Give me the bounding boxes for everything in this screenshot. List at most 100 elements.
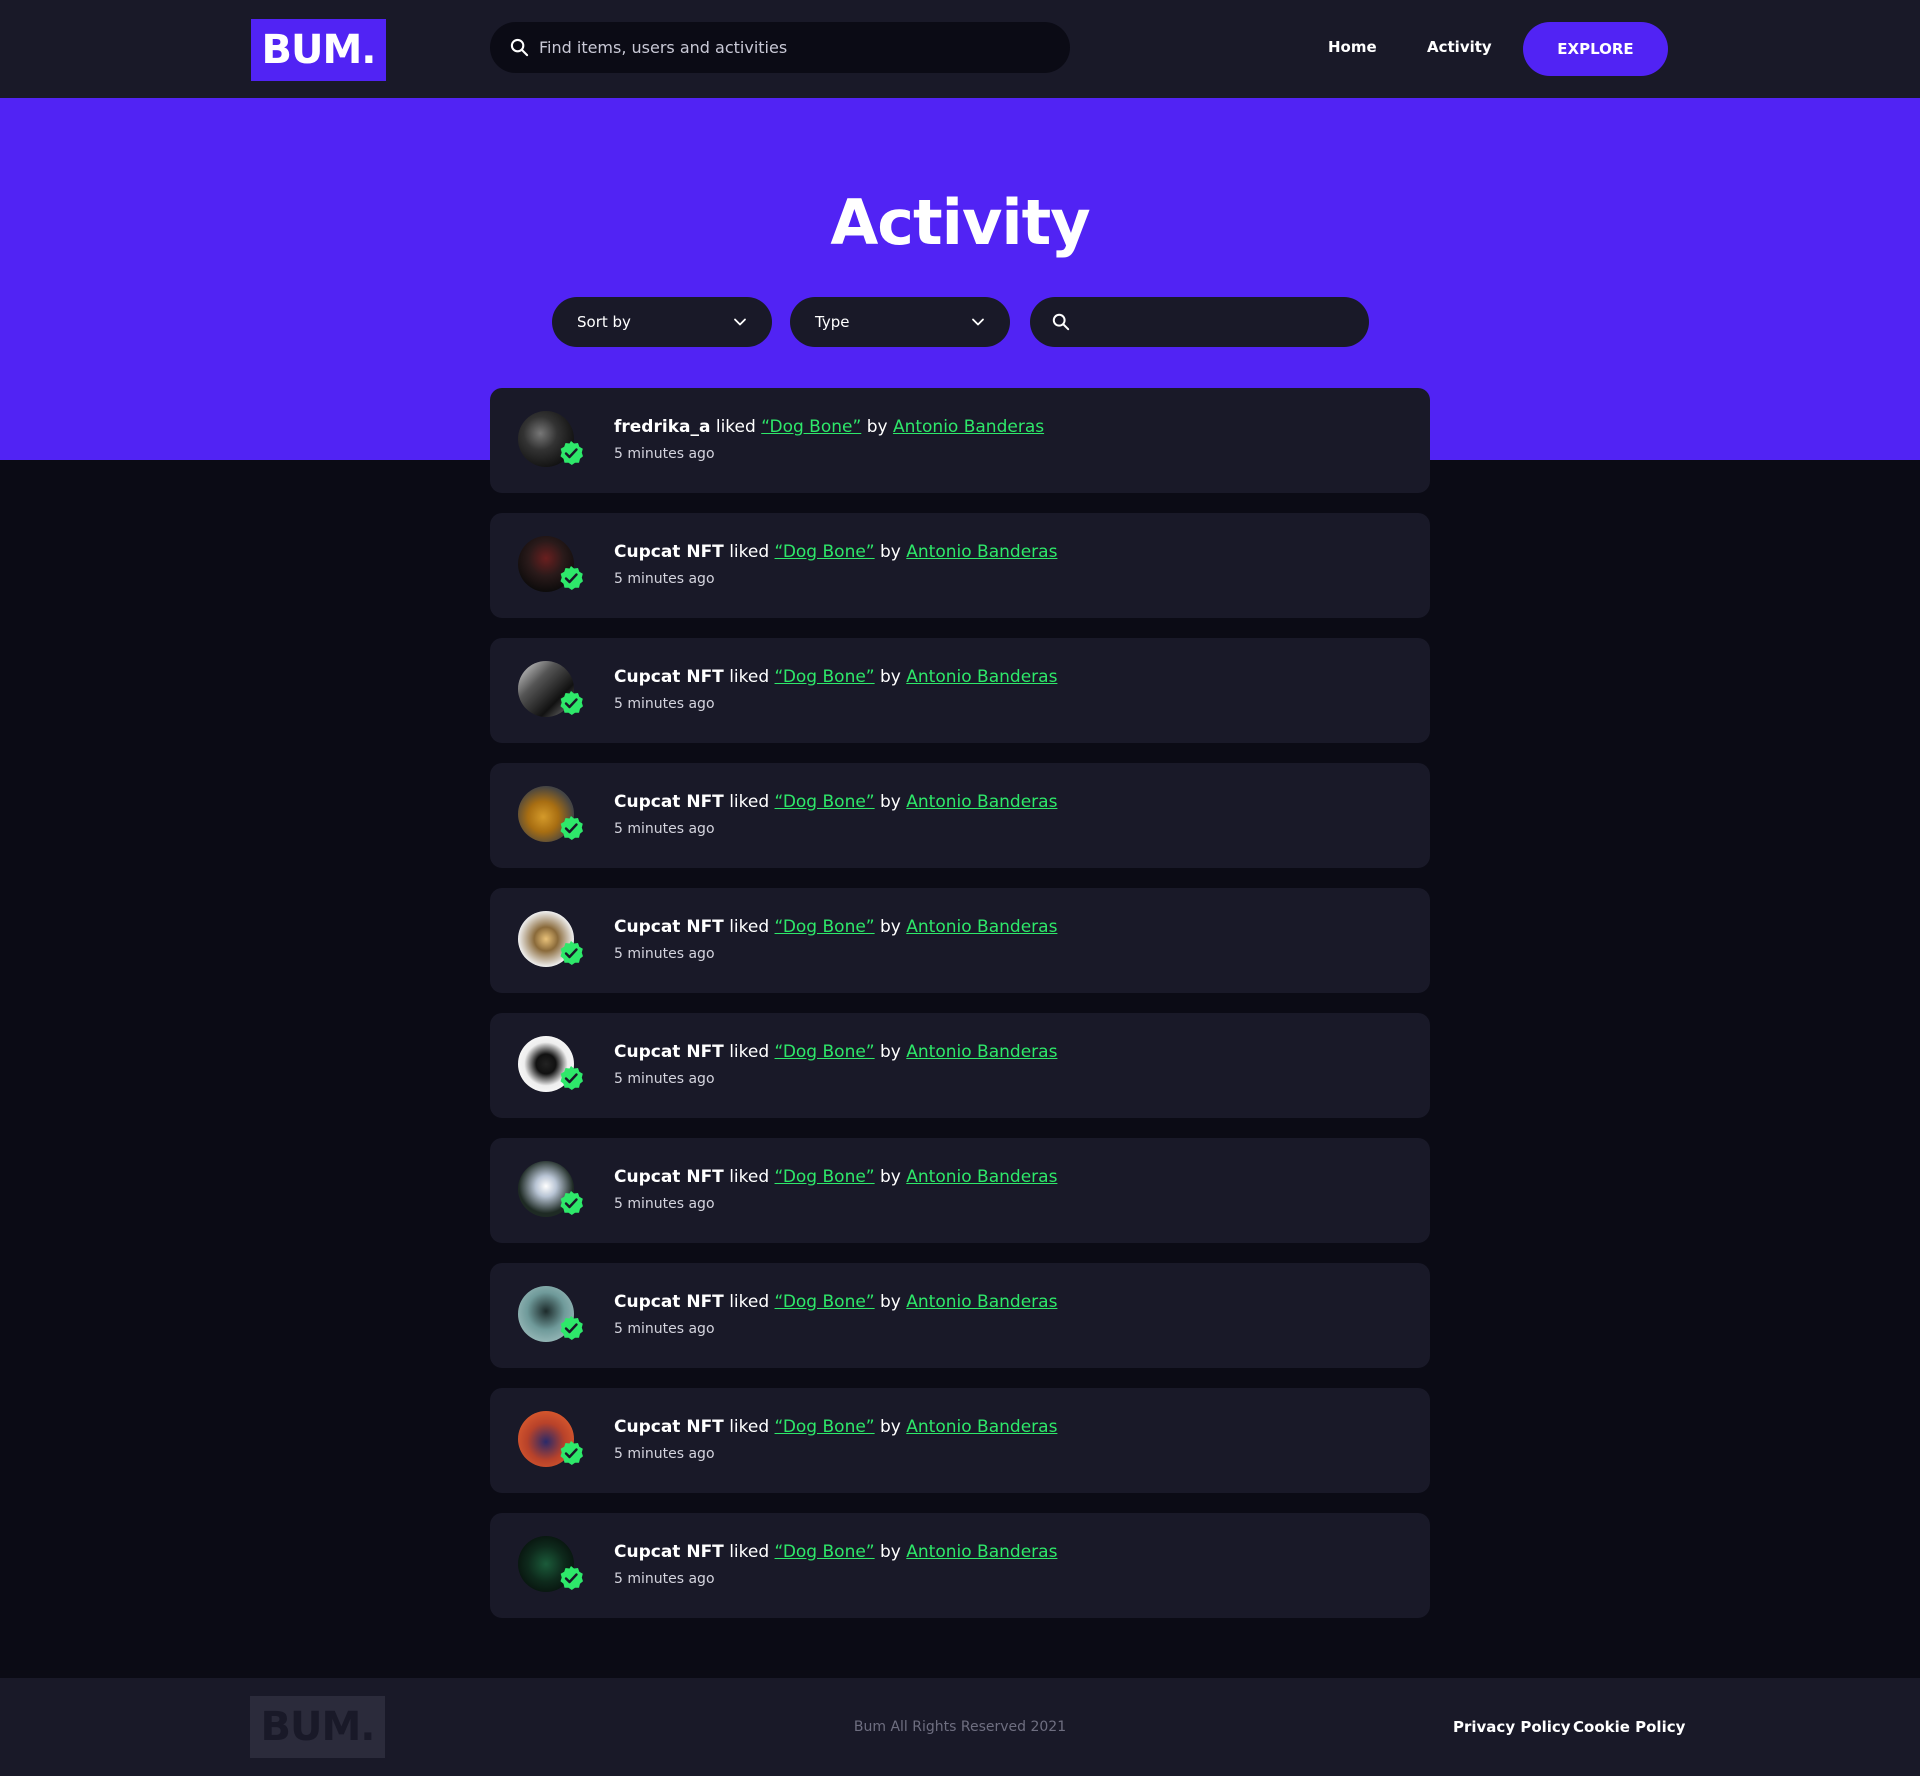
verified-badge-icon xyxy=(560,1441,583,1465)
activity-search[interactable] xyxy=(1030,297,1369,347)
footer: BUM. Bum All Rights Reserved 2021 Privac… xyxy=(0,1678,1920,1776)
activity-artist-link[interactable]: Antonio Banderas xyxy=(906,542,1057,562)
verified-badge-icon xyxy=(560,566,583,590)
activity-time: 5 minutes ago xyxy=(614,571,715,587)
sort-by-dropdown[interactable]: Sort by xyxy=(552,297,772,347)
activity-item-link[interactable]: “Dog Bone” xyxy=(761,417,861,437)
activity-artist-link[interactable]: Antonio Banderas xyxy=(893,417,1044,437)
activity-item-link[interactable]: “Dog Bone” xyxy=(775,1542,875,1562)
activity-text: Cupcat NFT liked “Dog Bone” by Antonio B… xyxy=(614,1167,1057,1187)
activity-by: by xyxy=(880,542,901,562)
chevron-down-icon xyxy=(972,318,984,326)
activity-by: by xyxy=(880,1167,901,1187)
activity-by: by xyxy=(880,792,901,812)
activity-item-link[interactable]: “Dog Bone” xyxy=(775,542,875,562)
activity-card[interactable]: Cupcat NFT liked “Dog Bone” by Antonio B… xyxy=(490,888,1430,993)
activity-username[interactable]: Cupcat NFT xyxy=(614,792,724,812)
activity-username[interactable]: fredrika_a xyxy=(614,417,710,437)
verified-badge-icon xyxy=(560,1191,583,1215)
activity-card[interactable]: Cupcat NFT liked “Dog Bone” by Antonio B… xyxy=(490,1263,1430,1368)
activity-item-link[interactable]: “Dog Bone” xyxy=(775,917,875,937)
activity-card[interactable]: fredrika_a liked “Dog Bone” by Antonio B… xyxy=(490,388,1430,493)
activity-card[interactable]: Cupcat NFT liked “Dog Bone” by Antonio B… xyxy=(490,763,1430,868)
activity-text: Cupcat NFT liked “Dog Bone” by Antonio B… xyxy=(614,1042,1057,1062)
activity-by: by xyxy=(880,1542,901,1562)
activity-item-link[interactable]: “Dog Bone” xyxy=(775,792,875,812)
activity-card[interactable]: Cupcat NFT liked “Dog Bone” by Antonio B… xyxy=(490,1513,1430,1618)
verified-badge-icon xyxy=(560,1566,583,1590)
activity-by: by xyxy=(880,1292,901,1312)
chevron-down-icon xyxy=(734,318,746,326)
activity-time: 5 minutes ago xyxy=(614,821,715,837)
activity-time: 5 minutes ago xyxy=(614,1196,715,1212)
activity-time: 5 minutes ago xyxy=(614,1321,715,1337)
activity-artist-link[interactable]: Antonio Banderas xyxy=(906,1042,1057,1062)
activity-artist-link[interactable]: Antonio Banderas xyxy=(906,1167,1057,1187)
activity-verb: liked xyxy=(729,1292,770,1312)
activity-text: Cupcat NFT liked “Dog Bone” by Antonio B… xyxy=(614,792,1057,812)
activity-artist-link[interactable]: Antonio Banderas xyxy=(906,1542,1057,1562)
privacy-policy-link[interactable]: Privacy Policy xyxy=(1453,1718,1571,1736)
global-search-input[interactable] xyxy=(539,38,1039,57)
verified-badge-icon xyxy=(560,1316,583,1340)
sort-by-label: Sort by xyxy=(577,313,631,331)
verified-badge-icon xyxy=(560,441,583,465)
cookie-policy-link[interactable]: Cookie Policy xyxy=(1573,1718,1685,1736)
activity-item-link[interactable]: “Dog Bone” xyxy=(775,1042,875,1062)
global-search[interactable] xyxy=(490,22,1070,73)
activity-by: by xyxy=(880,1042,901,1062)
activity-text: Cupcat NFT liked “Dog Bone” by Antonio B… xyxy=(614,1417,1057,1437)
activity-card[interactable]: Cupcat NFT liked “Dog Bone” by Antonio B… xyxy=(490,1388,1430,1493)
verified-badge-icon xyxy=(560,691,583,715)
activity-text: fredrika_a liked “Dog Bone” by Antonio B… xyxy=(614,417,1044,437)
activity-text: Cupcat NFT liked “Dog Bone” by Antonio B… xyxy=(614,667,1057,687)
search-icon xyxy=(1052,313,1070,331)
activity-item-link[interactable]: “Dog Bone” xyxy=(775,1167,875,1187)
activity-text: Cupcat NFT liked “Dog Bone” by Antonio B… xyxy=(614,917,1057,937)
activity-by: by xyxy=(880,917,901,937)
activity-artist-link[interactable]: Antonio Banderas xyxy=(906,1417,1057,1437)
activity-card[interactable]: Cupcat NFT liked “Dog Bone” by Antonio B… xyxy=(490,1013,1430,1118)
activity-verb: liked xyxy=(729,1167,770,1187)
activity-verb: liked xyxy=(729,792,770,812)
activity-by: by xyxy=(880,667,901,687)
search-icon xyxy=(510,38,529,57)
activity-verb: liked xyxy=(729,1542,770,1562)
activity-username[interactable]: Cupcat NFT xyxy=(614,917,724,937)
activity-username[interactable]: Cupcat NFT xyxy=(614,1167,724,1187)
activity-item-link[interactable]: “Dog Bone” xyxy=(775,1292,875,1312)
activity-text: Cupcat NFT liked “Dog Bone” by Antonio B… xyxy=(614,542,1057,562)
nav-activity-link[interactable]: Activity xyxy=(1427,38,1492,56)
activity-artist-link[interactable]: Antonio Banderas xyxy=(906,792,1057,812)
type-dropdown[interactable]: Type xyxy=(790,297,1010,347)
activity-time: 5 minutes ago xyxy=(614,1446,715,1462)
site-logo[interactable]: BUM. xyxy=(251,19,386,81)
activity-time: 5 minutes ago xyxy=(614,1071,715,1087)
activity-artist-link[interactable]: Antonio Banderas xyxy=(906,1292,1057,1312)
activity-item-link[interactable]: “Dog Bone” xyxy=(775,667,875,687)
activity-item-link[interactable]: “Dog Bone” xyxy=(775,1417,875,1437)
verified-badge-icon xyxy=(560,816,583,840)
activity-text: Cupcat NFT liked “Dog Bone” by Antonio B… xyxy=(614,1292,1057,1312)
activity-artist-link[interactable]: Antonio Banderas xyxy=(906,917,1057,937)
top-navbar: BUM. Home Activity EXPLORE xyxy=(0,0,1920,98)
activity-by: by xyxy=(880,1417,901,1437)
activity-card[interactable]: Cupcat NFT liked “Dog Bone” by Antonio B… xyxy=(490,513,1430,618)
activity-card[interactable]: Cupcat NFT liked “Dog Bone” by Antonio B… xyxy=(490,638,1430,743)
activity-verb: liked xyxy=(715,417,756,437)
page-title: Activity xyxy=(830,186,1090,259)
activity-username[interactable]: Cupcat NFT xyxy=(614,1542,724,1562)
activity-username[interactable]: Cupcat NFT xyxy=(614,1292,724,1312)
activity-username[interactable]: Cupcat NFT xyxy=(614,1417,724,1437)
nav-home-link[interactable]: Home xyxy=(1328,38,1377,56)
activity-username[interactable]: Cupcat NFT xyxy=(614,542,724,562)
activity-time: 5 minutes ago xyxy=(614,946,715,962)
explore-button[interactable]: EXPLORE xyxy=(1523,22,1668,76)
activity-username[interactable]: Cupcat NFT xyxy=(614,667,724,687)
activity-verb: liked xyxy=(729,667,770,687)
activity-card[interactable]: Cupcat NFT liked “Dog Bone” by Antonio B… xyxy=(490,1138,1430,1243)
activity-time: 5 minutes ago xyxy=(614,1571,715,1587)
activity-username[interactable]: Cupcat NFT xyxy=(614,1042,724,1062)
activity-artist-link[interactable]: Antonio Banderas xyxy=(906,667,1057,687)
activity-time: 5 minutes ago xyxy=(614,446,715,462)
